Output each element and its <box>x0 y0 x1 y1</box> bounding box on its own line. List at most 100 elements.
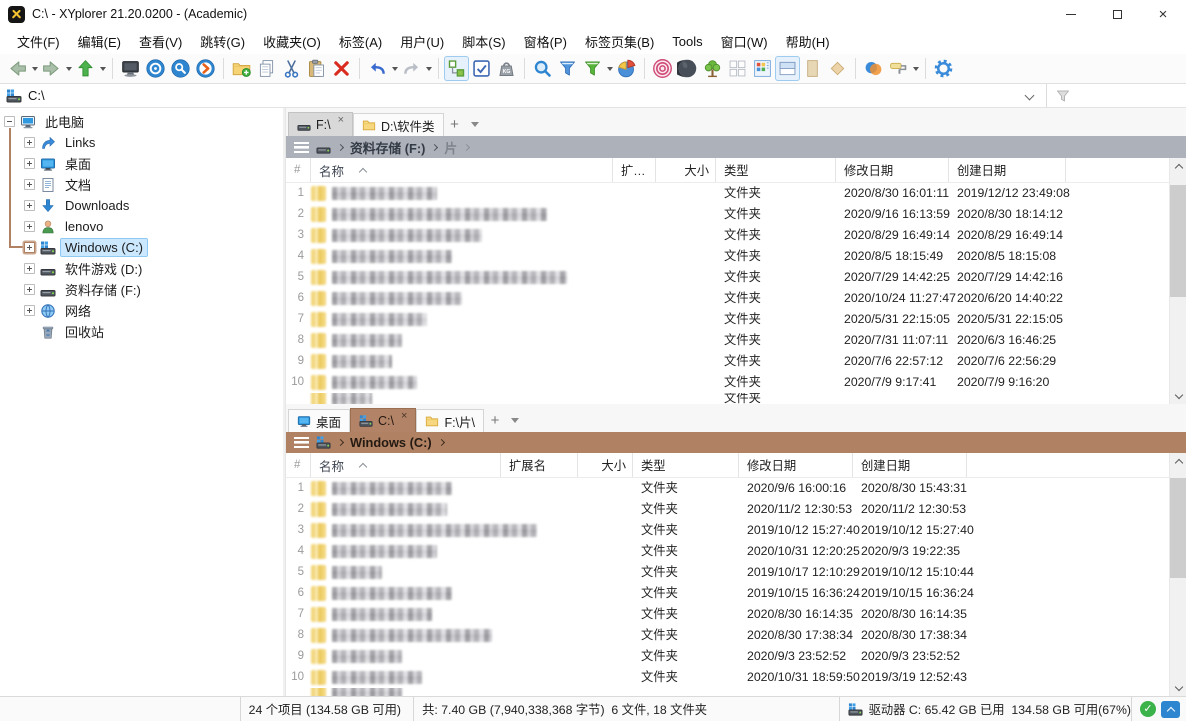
col-created[interactable]: 创建日期 <box>853 453 967 477</box>
col-modified[interactable]: 修改日期 <box>836 158 949 182</box>
scroll-down-icon[interactable] <box>1170 388 1186 404</box>
expand-toggle-icon[interactable] <box>24 263 35 274</box>
new-folder-icon[interactable] <box>229 56 254 81</box>
file-row[interactable]: 6 文件夹 2019/10/15 16:36:24 2019/10/15 16:… <box>286 583 1186 604</box>
paste-icon[interactable] <box>304 56 329 81</box>
find-files-icon[interactable] <box>530 56 555 81</box>
menu-item[interactable]: 用户(U) <box>391 28 453 55</box>
statistics-icon[interactable] <box>614 56 639 81</box>
spot-a-dupe-icon[interactable] <box>650 56 675 81</box>
grid-view-icon[interactable] <box>725 56 750 81</box>
calculate-folder-size-icon[interactable]: KG <box>494 56 519 81</box>
file-row[interactable]: 6 文件夹 2020/10/24 11:27:47 2020/6/20 14:4… <box>286 288 1186 309</box>
dark-mode-icon[interactable] <box>675 56 700 81</box>
col-size[interactable]: 大小 <box>578 453 633 477</box>
blank-view-icon[interactable] <box>800 56 825 81</box>
col-ext[interactable]: 扩展名 <box>501 453 578 477</box>
format-brush-icon[interactable] <box>886 56 911 81</box>
scrollbar-thumb[interactable] <box>1170 185 1186 297</box>
file-row[interactable]: 4 文件夹 2020/10/31 12:20:25 2020/9/3 19:22… <box>286 541 1186 562</box>
customize-list-icon[interactable] <box>750 56 775 81</box>
expand-toggle-icon[interactable] <box>4 116 15 127</box>
file-row[interactable]: 文件夹 <box>286 393 1186 404</box>
tab-close-icon[interactable]: × <box>401 411 407 422</box>
file-row[interactable]: 1 文件夹 2020/9/6 16:00:16 2020/8/30 15:43:… <box>286 478 1186 499</box>
menu-item[interactable]: 帮助(H) <box>777 28 839 55</box>
col-created[interactable]: 创建日期 <box>949 158 1066 182</box>
breadcrumb-item[interactable]: 片 <box>444 138 457 157</box>
address-input[interactable]: C:\ <box>0 84 1012 107</box>
menu-item[interactable]: 标签(A) <box>330 28 391 55</box>
forward-dropdown-icon[interactable] <box>64 56 73 81</box>
expand-toggle-icon[interactable] <box>24 200 35 211</box>
tree-item[interactable]: 文档 <box>0 174 283 195</box>
expand-toggle-icon[interactable] <box>24 137 35 148</box>
tab-list-dropdown-icon[interactable] <box>506 409 524 432</box>
zoom-icon[interactable] <box>168 56 193 81</box>
forward-icon[interactable] <box>39 56 64 81</box>
menu-item[interactable]: 查看(V) <box>130 28 191 55</box>
hotlist-icon[interactable] <box>143 56 168 81</box>
col-type[interactable]: 类型 <box>633 453 739 477</box>
cut-icon[interactable] <box>279 56 304 81</box>
menu-item[interactable]: 窗口(W) <box>712 28 777 55</box>
col-name[interactable]: 名称 <box>311 158 613 182</box>
top-scrollbar[interactable] <box>1169 158 1186 404</box>
new-tab-button[interactable]: + <box>484 409 506 432</box>
statusbar-expand-button[interactable] <box>1161 701 1180 718</box>
undo-dropdown-icon[interactable] <box>390 56 399 81</box>
breadcrumb-item[interactable]: 资料存储 (F:) <box>350 138 425 157</box>
tree-item[interactable]: Windows (C:) <box>0 237 283 258</box>
new-tab-button[interactable]: + <box>444 113 466 136</box>
expand-toggle-icon[interactable] <box>24 305 35 316</box>
go-to-icon[interactable] <box>193 56 218 81</box>
tree-panel-toggle-icon[interactable] <box>444 56 469 81</box>
undo-icon[interactable] <box>365 56 390 81</box>
file-row[interactable]: 10 文件夹 2020/10/31 18:59:50 2019/3/19 12:… <box>286 667 1186 688</box>
tag-icon[interactable] <box>825 56 850 81</box>
scroll-down-icon[interactable] <box>1170 680 1186 696</box>
filter-icon[interactable] <box>555 56 580 81</box>
menu-item[interactable]: 标签页集(B) <box>576 28 663 55</box>
file-row[interactable]: 1 文件夹 2020/8/30 16:01:11 2019/12/12 23:4… <box>286 183 1186 204</box>
col-index[interactable]: # <box>286 453 311 477</box>
color-filters-icon[interactable] <box>861 56 886 81</box>
up-icon[interactable] <box>73 56 98 81</box>
file-row[interactable]: 9 文件夹 2020/9/3 23:52:52 2020/9/3 23:52:5… <box>286 646 1186 667</box>
tab-list-dropdown-icon[interactable] <box>466 113 484 136</box>
expand-toggle-icon[interactable] <box>24 158 35 169</box>
file-row[interactable]: 3 文件夹 2020/8/29 16:49:14 2020/8/29 16:49… <box>286 225 1186 246</box>
horizontal-panes-icon[interactable] <box>775 56 800 81</box>
scroll-up-icon[interactable] <box>1170 158 1186 174</box>
file-row[interactable]: 2 文件夹 2020/9/16 16:13:59 2020/8/30 18:14… <box>286 204 1186 225</box>
bottom-scrollbar[interactable] <box>1169 453 1186 696</box>
menu-burger-icon[interactable] <box>294 142 309 153</box>
file-row[interactable]: 10 文件夹 2020/7/9 9:17:41 2020/7/9 9:16:20 <box>286 372 1186 393</box>
menu-item[interactable]: 跳转(G) <box>191 28 254 55</box>
checkbox-selection-icon[interactable] <box>469 56 494 81</box>
configuration-icon[interactable] <box>931 56 956 81</box>
tab-close-icon[interactable]: × <box>338 115 344 126</box>
redo-icon[interactable] <box>399 56 424 81</box>
copy-icon[interactable] <box>254 56 279 81</box>
folder-tab[interactable]: D:\软件类 × <box>353 113 443 136</box>
file-row[interactable]: 8 文件夹 2020/8/30 17:38:34 2020/8/30 17:38… <box>286 625 1186 646</box>
branch-view-icon[interactable] <box>700 56 725 81</box>
visual-filter-dropdown-icon[interactable] <box>605 56 614 81</box>
address-dropdown-icon[interactable] <box>1012 84 1046 107</box>
menu-item[interactable]: 窗格(P) <box>515 28 576 55</box>
folder-tab[interactable]: F:\ × <box>288 112 353 136</box>
file-row[interactable]: 7 文件夹 2020/8/30 16:14:35 2020/8/30 16:14… <box>286 604 1186 625</box>
col-index[interactable]: # <box>286 158 311 182</box>
file-row[interactable]: 8 文件夹 2020/7/31 11:07:11 2020/6/3 16:46:… <box>286 330 1186 351</box>
col-size[interactable]: 大小 <box>656 158 716 182</box>
file-row[interactable]: 9 文件夹 2020/7/6 22:57:12 2020/7/6 22:56:2… <box>286 351 1186 372</box>
tree-item[interactable]: 桌面 <box>0 153 283 174</box>
menu-item[interactable]: 脚本(S) <box>453 28 514 55</box>
col-modified[interactable]: 修改日期 <box>739 453 853 477</box>
menu-burger-icon[interactable] <box>294 437 309 448</box>
file-row[interactable]: 7 文件夹 2020/5/31 22:15:05 2020/5/31 22:15… <box>286 309 1186 330</box>
back-icon[interactable] <box>5 56 30 81</box>
redo-dropdown-icon[interactable] <box>424 56 433 81</box>
col-ext[interactable]: 扩… <box>613 158 656 182</box>
